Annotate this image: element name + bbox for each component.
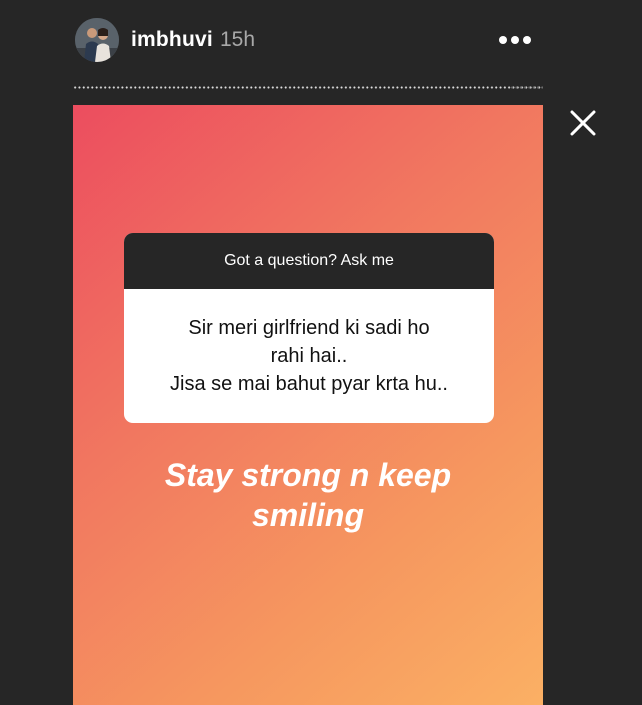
story-header: imbhuvi 15h — [0, 0, 642, 80]
story-content[interactable]: Got a question? Ask me Sir meri girlfrie… — [73, 105, 543, 705]
close-button[interactable] — [570, 110, 596, 136]
story-timestamp: 15h — [220, 28, 256, 51]
profile-avatar[interactable] — [75, 18, 119, 62]
username[interactable]: imbhuvi — [131, 28, 213, 52]
reply-line: smiling — [251, 497, 364, 533]
question-text: Sir meri girlfriend ki sadi ho rahi hai.… — [124, 289, 494, 423]
question-line: Jisa se mai bahut pyar krta hu.. — [170, 373, 448, 395]
reply-text: Stay strong n keep smiling — [73, 455, 543, 535]
reply-line: Stay strong n keep — [164, 457, 452, 493]
more-horizontal-icon — [499, 36, 531, 44]
more-options-button[interactable] — [496, 28, 534, 52]
close-icon — [570, 110, 596, 136]
story-progress-bar — [73, 86, 543, 89]
story-progress-remaining — [510, 86, 543, 89]
question-line: Sir meri girlfriend ki sadi ho — [188, 317, 430, 339]
question-line: rahi hai.. — [270, 345, 348, 367]
question-sticker: Got a question? Ask me Sir meri girlfrie… — [124, 233, 494, 423]
question-prompt: Got a question? Ask me — [124, 233, 494, 289]
